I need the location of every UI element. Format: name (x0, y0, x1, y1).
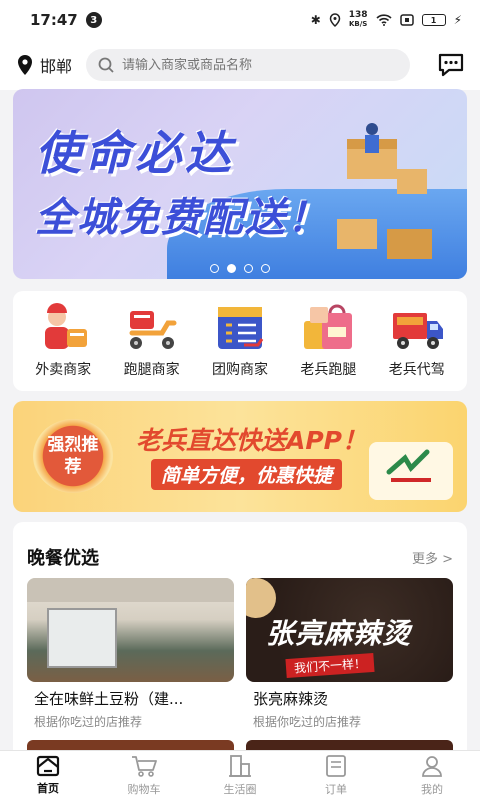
sim-icon (399, 14, 414, 26)
category-grid: 外卖商家 跑腿商家 团购商家 老兵跑腿 老兵代驾 (13, 291, 467, 391)
tab-life-circle[interactable]: 生活圈 (192, 751, 288, 800)
home-icon (36, 755, 60, 777)
tab-home[interactable]: 首页 (0, 751, 96, 800)
buildings-icon (229, 755, 251, 777)
dinner-picks-section: 晚餐优选 更多 > 全在味鲜土豆粉（建... 根据你吃过的店推荐 张亮麻辣烫 我… (13, 522, 467, 752)
delivery-boxes-illustration (337, 123, 432, 259)
shopping-bag-icon (304, 304, 353, 349)
status-time: 17:47 (30, 11, 78, 29)
charging-icon: ⚡ (453, 13, 462, 27)
carousel-dot-active[interactable] (227, 264, 236, 273)
store-card[interactable]: 全在味鲜土豆粉（建... 根据你吃过的店推荐 (27, 578, 234, 730)
cart-icon (132, 756, 157, 777)
store-reason: 根据你吃过的店推荐 (253, 715, 362, 729)
bottom-tab-bar: 首页 购物车 生活圈 订单 我的 (0, 750, 480, 800)
tab-profile[interactable]: 我的 (384, 751, 480, 800)
store-photo (27, 578, 234, 682)
chat-message-icon (438, 53, 464, 77)
store-reason: 根据你吃过的店推荐 (34, 715, 143, 729)
status-bar: 17:47 3 ✱ 138 KB/S 1 ⚡ (0, 0, 480, 40)
delivery-person-icon (45, 303, 88, 349)
location-pin-icon (18, 55, 32, 75)
category-group-buy[interactable]: 团购商家 (198, 303, 282, 379)
recommend-badge: 强烈推荐 (33, 419, 113, 493)
app-promo-banner[interactable]: 强烈推荐 老兵直达快送APP！ 简单方便，优惠快捷 (13, 401, 467, 512)
section-title: 晚餐优选 (27, 548, 99, 569)
bluetooth-icon: ✱ (310, 13, 321, 27)
category-veteran-driver[interactable]: 老兵代驾 (375, 303, 459, 379)
brand-logo (369, 442, 453, 500)
category-errand-merchants[interactable]: 跑腿商家 (110, 303, 194, 379)
banner-subheadline: 全城免费配送！ (35, 195, 329, 241)
search-input[interactable] (122, 57, 393, 73)
promo-subline: 简单方便，优惠快捷 (151, 459, 343, 490)
store-card[interactable]: 张亮麻辣烫 我们不一样！ 张亮麻辣烫 根据你吃过的店推荐 (246, 578, 453, 730)
category-veteran-errands[interactable]: 老兵跑腿 (286, 303, 370, 379)
banner-headline: 使命必达 (35, 126, 235, 180)
promo-headline: 老兵直达快送APP！ (136, 426, 367, 455)
tab-cart[interactable]: 购物车 (96, 751, 192, 800)
carousel-dot[interactable] (261, 264, 270, 273)
wifi-icon (376, 14, 392, 26)
group-buy-menu-icon (217, 307, 264, 349)
store-photo-title: 张亮麻辣烫 (266, 617, 412, 650)
city-name: 邯郸 (40, 57, 73, 76)
order-icon (326, 755, 346, 777)
search-icon (98, 57, 114, 73)
category-takeout[interactable]: 外卖商家 (21, 303, 105, 379)
store-name: 张亮麻辣烫 (253, 690, 329, 708)
net-speed: 138 KB/S (348, 10, 368, 29)
user-icon (422, 756, 442, 777)
scooter-icon (129, 311, 177, 349)
battery-icon: 1 (421, 14, 446, 26)
tab-orders[interactable]: 订单 (288, 751, 384, 800)
truck-icon (392, 313, 443, 349)
logo-mark-icon (386, 449, 431, 482)
location-selector[interactable]: 邯郸 (16, 53, 72, 77)
top-bar: 邯郸 (0, 40, 480, 90)
location-status-icon (329, 13, 341, 27)
carousel-dot[interactable] (210, 264, 219, 273)
message-button[interactable] (436, 50, 466, 80)
notification-count-badge: 3 (85, 12, 102, 28)
store-name: 全在味鲜土豆粉（建... (34, 690, 184, 708)
search-bar[interactable] (86, 49, 411, 81)
promo-banner-carousel[interactable]: 使命必达 全城免费配送！ (13, 89, 467, 279)
carousel-dot[interactable] (244, 264, 253, 273)
carousel-indicator (13, 264, 467, 273)
store-photo-slogan: 我们不一样！ (285, 652, 375, 679)
store-photo: 张亮麻辣烫 我们不一样！ (246, 578, 453, 682)
more-link[interactable]: 更多 > (412, 548, 453, 567)
